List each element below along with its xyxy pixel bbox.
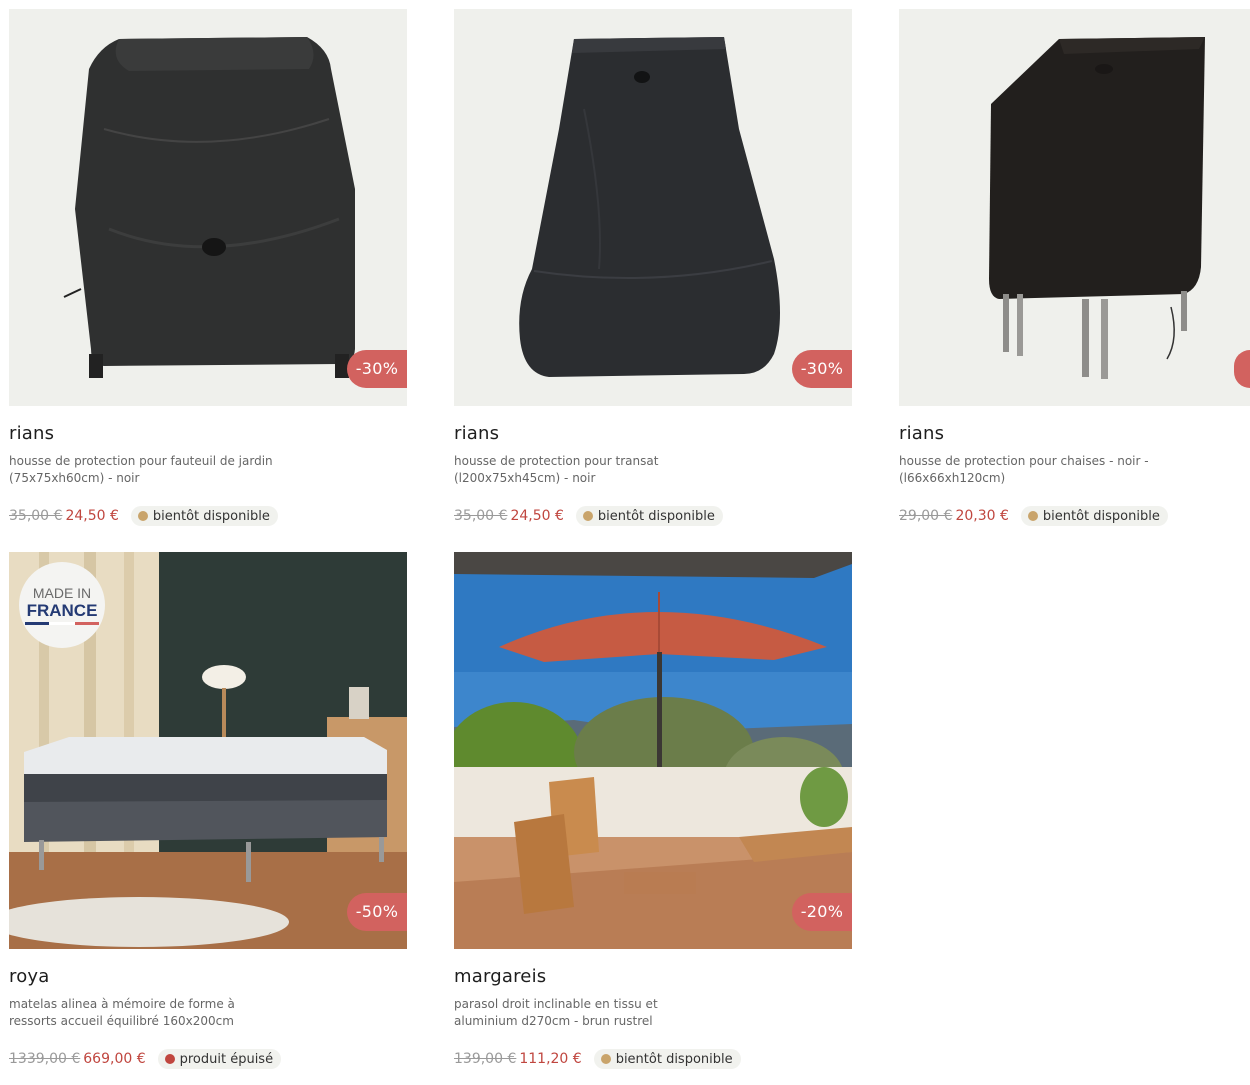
availability-badge: bientôt disponible (130, 506, 278, 526)
sale-price: 669,00 € (83, 1051, 146, 1067)
sale-price: 24,50 € (65, 508, 119, 524)
discount-badge: -30% (347, 350, 407, 388)
availability-badge: produit épuisé (157, 1049, 282, 1069)
availability-dot-icon (582, 511, 593, 521)
old-price: 35,00 € (9, 508, 63, 524)
sale-price: 20,30 € (955, 508, 1009, 524)
availability-badge: bientôt disponible (1020, 506, 1168, 526)
price-row: 139,00 € 111,20 € bientôt disponible (454, 1049, 741, 1069)
price-row: 29,00 € 20,30 € bientôt disponible (899, 506, 1168, 526)
product-image[interactable]: -30% (454, 9, 852, 406)
product-description[interactable]: housse de protection pour transat (l200x… (454, 453, 744, 487)
mattress-bedroom-image: MADE IN FRANCE (9, 552, 407, 949)
old-price: 139,00 € (454, 1051, 517, 1067)
availability-dot-icon (600, 1054, 611, 1064)
old-price: 1339,00 € (9, 1051, 81, 1067)
sale-price: 24,50 € (510, 508, 564, 524)
product-brand[interactable]: rians (899, 423, 1250, 444)
product-card[interactable]: MADE IN FRANCE -50% roya matelas alinea … (9, 552, 407, 1069)
availability-label: bientôt disponible (1042, 508, 1160, 524)
availability-badge: bientôt disponible (593, 1049, 741, 1069)
product-brand[interactable]: rians (454, 423, 852, 444)
availability-label: produit épuisé (179, 1051, 274, 1067)
discount-badge: -50% (347, 893, 407, 931)
old-price: 29,00 € (899, 508, 953, 524)
discount-badge: -20% (792, 893, 852, 931)
parasol-terrace-image (454, 552, 852, 949)
product-description[interactable]: housse de protection pour fauteuil de ja… (9, 453, 299, 487)
price-row: 35,00 € 24,50 € bientôt disponible (454, 506, 723, 526)
product-image[interactable] (899, 9, 1250, 406)
armchair-cover-image (9, 9, 407, 406)
product-card[interactable]: rians housse de protection pour chaises … (899, 9, 1250, 526)
product-description[interactable]: matelas alinea à mémoire de forme à ress… (9, 996, 269, 1030)
availability-dot-icon (137, 511, 148, 521)
availability-label: bientôt disponible (615, 1051, 733, 1067)
product-card[interactable]: -30% rians housse de protection pour tra… (454, 9, 852, 526)
chair-cover-image (899, 9, 1250, 406)
made-in-label: MADE IN (33, 585, 91, 601)
product-card[interactable]: -30% rians housse de protection pour fau… (9, 9, 407, 526)
product-image[interactable]: -20% (454, 552, 852, 949)
availability-badge: bientôt disponible (575, 506, 723, 526)
product-image[interactable]: -30% (9, 9, 407, 406)
product-image[interactable]: MADE IN FRANCE -50% (9, 552, 407, 949)
price-row: 1339,00 € 669,00 € produit épuisé (9, 1049, 282, 1069)
product-card[interactable]: -20% margareis parasol droit inclinable … (454, 552, 852, 1069)
sale-price: 111,20 € (519, 1051, 582, 1067)
availability-label: bientôt disponible (152, 508, 270, 524)
product-description[interactable]: housse de protection pour chaises - noir… (899, 453, 1159, 487)
discount-badge: -30% (792, 350, 852, 388)
france-label: FRANCE (27, 601, 98, 620)
price-row: 35,00 € 24,50 € bientôt disponible (9, 506, 278, 526)
old-price: 35,00 € (454, 508, 508, 524)
availability-label: bientôt disponible (597, 508, 715, 524)
product-brand[interactable]: roya (9, 966, 407, 987)
product-brand[interactable]: rians (9, 423, 407, 444)
product-description[interactable]: parasol droit inclinable en tissu et alu… (454, 996, 714, 1030)
lounger-cover-image (454, 9, 852, 406)
product-brand[interactable]: margareis (454, 966, 852, 987)
availability-dot-icon (164, 1054, 175, 1064)
availability-dot-icon (1027, 511, 1038, 521)
